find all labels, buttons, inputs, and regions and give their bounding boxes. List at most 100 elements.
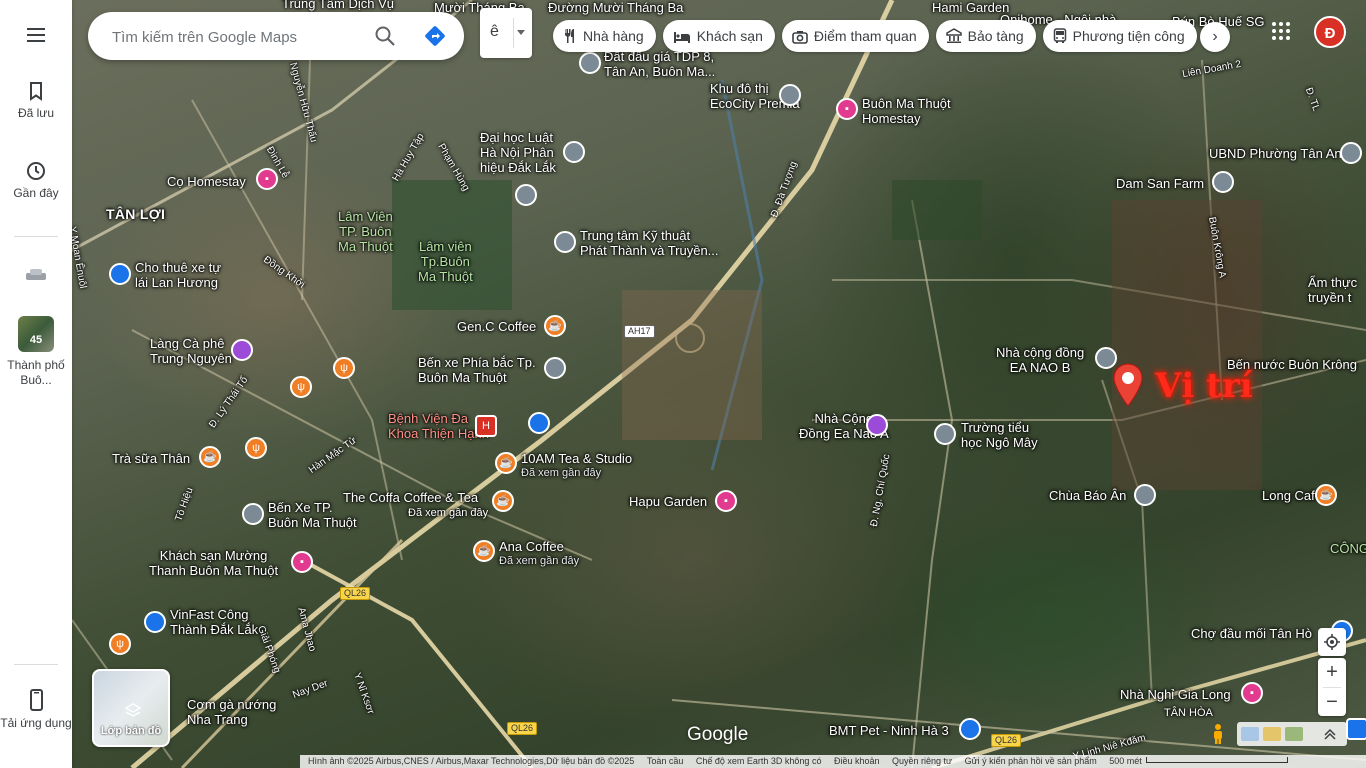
my-location-button[interactable] <box>1318 628 1346 656</box>
place-label[interactable]: Chợ đầu mối Tân Hò <box>1191 626 1312 641</box>
car-rental-pin-icon[interactable] <box>109 263 131 285</box>
cafe-pin-icon[interactable]: ☕ <box>199 446 221 468</box>
place-label[interactable]: Trung Tâm Dịch Vụ <box>282 0 394 11</box>
car-dealer-pin-icon[interactable] <box>144 611 166 633</box>
place-label[interactable]: UBND Phường Tân An <box>1209 146 1342 161</box>
place-label[interactable]: Khách sạn Mường Thanh Buôn Ma Thuột <box>149 548 278 578</box>
flag-pin-icon[interactable] <box>1346 718 1366 740</box>
place-label[interactable]: Bến xe Phía bắc Tp. Buôn Ma Thuột <box>418 355 536 385</box>
hotel-pin-icon[interactable]: ▪ <box>291 551 313 573</box>
menu-button[interactable] <box>0 24 72 50</box>
place-label[interactable]: Nhà Nghỉ Gia Long <box>1120 687 1231 702</box>
pet-store-pin-icon[interactable] <box>959 718 981 740</box>
place-label[interactable]: Long Cafe <box>1262 488 1322 503</box>
school-pin-icon[interactable] <box>934 423 956 445</box>
place-label[interactable]: Cọ Homestay <box>167 174 246 189</box>
zoom-out-button[interactable]: − <box>1318 688 1346 717</box>
place-label[interactable]: Làng Cà phê Trung Nguyên <box>150 336 232 366</box>
cafe-pin-icon[interactable]: ☕ <box>1315 484 1337 506</box>
scale-label[interactable]: 500 mét <box>1109 755 1288 768</box>
hotel-pin-icon[interactable]: ▪ <box>1241 682 1263 704</box>
location-marker-icon[interactable] <box>1112 362 1144 410</box>
hotel-pin-icon[interactable]: ▪ <box>715 490 737 512</box>
hospital-label[interactable]: Bệnh Viện Đa Khoa Thiện Hạnh <box>388 411 489 441</box>
chip-museums[interactable]: Bảo tàng <box>935 20 1036 52</box>
input-method-toggle[interactable]: ê <box>480 8 532 58</box>
chevron-down-icon[interactable] <box>517 30 525 35</box>
recent-button[interactable]: Gần đây <box>0 160 72 201</box>
restaurant-pin-icon[interactable]: ψ <box>290 376 312 398</box>
place-label[interactable]: Trung tâm Kỹ thuật Phát Thành và Truyền..… <box>580 228 719 258</box>
place-label[interactable]: Đất đấu giá TDP 8, Tân An, Buôn Ma... <box>604 49 715 79</box>
expand-up-icon[interactable] <box>1323 727 1337 741</box>
hotel-pin-icon[interactable]: ▪ <box>256 168 278 190</box>
search-icon[interactable] <box>374 25 396 52</box>
restaurant-pin-icon[interactable]: ψ <box>245 437 267 459</box>
place-label[interactable]: The Coffa Coffee & Tea <box>343 490 478 505</box>
place-label[interactable]: Gen.C Coffee <box>457 319 536 334</box>
place-label[interactable]: Cho thuê xe tự lái Lan Hương <box>135 260 221 290</box>
zoom-in-button[interactable]: + <box>1318 658 1346 687</box>
chip-attractions[interactable]: Điểm tham quan <box>781 20 929 52</box>
place-label[interactable]: Đại học Luật Hà Nội Phân hiệu Đắk Lắk <box>480 130 556 175</box>
place-label[interactable]: 10AM Tea & Studio Đã xem gần đây <box>521 451 632 481</box>
cafe-pin-icon[interactable]: ☕ <box>544 315 566 337</box>
account-avatar[interactable]: Đ <box>1314 16 1346 48</box>
chip-restaurants[interactable]: Nhà hàng <box>553 20 656 52</box>
traffic-layer-thumb[interactable] <box>1263 727 1281 741</box>
place-label[interactable]: Nhà cộng đồng EA NAO B <box>996 345 1084 375</box>
chips-next-button[interactable]: › <box>1200 22 1230 52</box>
temple-pin-icon[interactable] <box>1134 484 1156 506</box>
apps-grid-icon[interactable] <box>1270 20 1292 42</box>
building-pin-icon[interactable] <box>528 412 550 434</box>
place-pin-icon[interactable] <box>1212 171 1234 193</box>
place-label[interactable]: Ẩm thực truyền t <box>1308 275 1357 305</box>
get-app-button[interactable]: Tải ứng dụng <box>0 688 72 731</box>
directions-icon[interactable] <box>424 25 446 52</box>
bus-station-pin-icon[interactable] <box>544 357 566 379</box>
terms-link[interactable]: Điều khoản <box>834 755 880 768</box>
place-label[interactable]: Trường tiểu học Ngô Mây <box>961 420 1038 450</box>
place-label[interactable]: CÔNG <box>1330 541 1366 556</box>
hospital-pin-icon[interactable]: H <box>475 415 497 437</box>
school-pin-icon[interactable] <box>515 184 537 206</box>
pegman-icon[interactable] <box>1211 723 1225 745</box>
recent-place-thumb[interactable] <box>0 264 72 290</box>
place-label[interactable]: Bến Xe TP. Buôn Ma Thuột <box>268 500 357 530</box>
place-label[interactable]: Hapu Garden <box>629 494 707 509</box>
cafe-pin-icon[interactable]: ☕ <box>495 452 517 474</box>
transit-layer-thumb[interactable] <box>1241 727 1259 741</box>
place-pin-icon[interactable] <box>554 231 576 253</box>
terrain-layer-thumb[interactable] <box>1285 727 1303 741</box>
recent-city-button[interactable]: 45 Thành phố Buô... <box>0 316 72 388</box>
place-pin-icon[interactable] <box>579 52 601 74</box>
park-label[interactable]: Lâm viên Tp.Buôn Ma Thuột <box>418 239 473 284</box>
place-label[interactable]: Buôn Ma Thuột Homestay <box>862 96 951 126</box>
place-label[interactable]: BMT Pet - Ninh Hà 3 <box>829 723 949 738</box>
hotel-pin-icon[interactable]: ▪ <box>836 98 858 120</box>
place-pin-icon[interactable] <box>779 84 801 106</box>
search-input[interactable] <box>110 24 364 50</box>
restaurant-pin-icon[interactable]: ψ <box>109 633 131 655</box>
place-pin-icon[interactable] <box>1340 142 1362 164</box>
attraction-pin-icon[interactable] <box>866 414 888 436</box>
cafe-pin-icon[interactable]: ☕ <box>492 490 514 512</box>
place-label[interactable]: Ana Coffee Đã xem gần đây <box>499 539 579 569</box>
park-label[interactable]: Lâm Viên TP. Buôn Ma Thuột <box>338 209 393 254</box>
place-label[interactable]: Trà sữa Thân <box>112 451 190 466</box>
place-label[interactable]: Cơm gà nướng Nha Trang <box>187 697 276 727</box>
restaurant-pin-icon[interactable]: ψ <box>333 357 355 379</box>
place-label[interactable]: Dam San Farm <box>1116 176 1204 191</box>
saved-button[interactable]: Đã lưu <box>0 80 72 121</box>
global-link[interactable]: Toàn cầu <box>647 755 684 768</box>
attraction-pin-icon[interactable] <box>231 339 253 361</box>
earth3d-link[interactable]: Chế độ xem Earth 3D không có <box>696 755 822 768</box>
chip-transit[interactable]: Phương tiện công <box>1042 20 1197 52</box>
cafe-pin-icon[interactable]: ☕ <box>473 540 495 562</box>
privacy-link[interactable]: Quyền riêng tư <box>892 755 952 768</box>
bus-station-pin-icon[interactable] <box>242 503 264 525</box>
feedback-link[interactable]: Gửi ý kiến phản hồi về sản phẩm <box>965 755 1097 768</box>
place-label[interactable]: VinFast Công Thành Đắk Lắk <box>170 607 258 637</box>
layers-button[interactable]: Lớp bản đồ <box>92 669 170 747</box>
place-label[interactable]: Hami Garden <box>932 0 1009 15</box>
